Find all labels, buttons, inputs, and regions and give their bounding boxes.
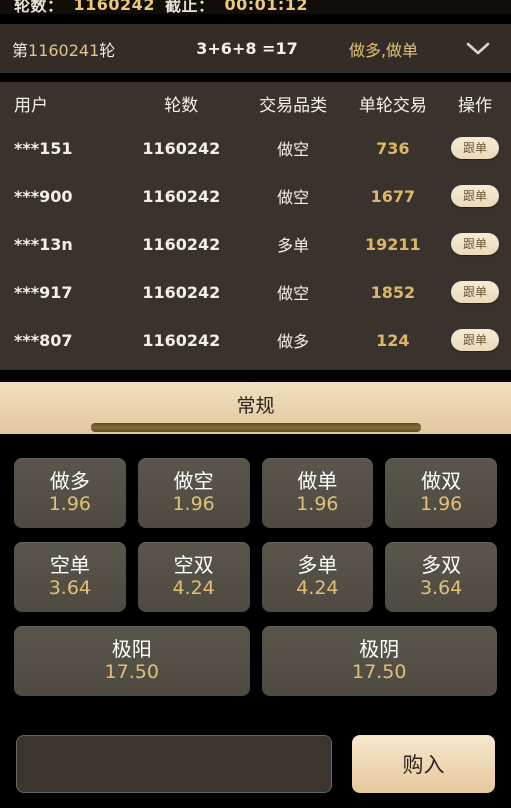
cell-amount: 1852 <box>370 282 416 302</box>
cell-type: 做空 <box>277 188 310 207</box>
column-header-type: 交易品类 <box>259 95 328 116</box>
orders-table: 用户 轮数 交易品类 单轮交易 操作 ***151 1160242 做空 736… <box>0 82 511 370</box>
column-header-action: 操作 <box>458 95 493 116</box>
bet-option-odds: 17.50 <box>104 660 159 683</box>
bet-option-jiyin[interactable]: 极阴 17.50 <box>261 626 497 696</box>
table-row: ***917 1160242 做空 1852 跟单 <box>0 268 511 316</box>
cell-type: 做空 <box>277 140 310 159</box>
cell-user: ***151 <box>14 138 73 158</box>
bet-row-2: 空单 3.64 空双 4.24 多单 4.24 多双 3.64 <box>14 542 497 612</box>
round-number-value: 1160242 <box>73 0 155 14</box>
bet-option-odds: 3.64 <box>48 576 92 599</box>
cell-user: ***900 <box>14 186 73 206</box>
bet-option-name: 极阴 <box>359 636 400 661</box>
follow-order-button[interactable]: 跟单 <box>451 280 500 304</box>
cell-action: 跟单 <box>439 328 511 352</box>
bet-option-zuokong[interactable]: 做空 1.96 <box>137 458 250 528</box>
bet-option-zuodan[interactable]: 做单 1.96 <box>261 458 374 528</box>
bet-option-odds: 17.50 <box>352 660 407 683</box>
bet-option-odds: 4.24 <box>296 576 339 599</box>
column-header-round: 轮数 <box>164 95 199 116</box>
cell-round: 1160242 <box>142 138 221 158</box>
divider-top <box>0 73 511 82</box>
round-summary-number: 第1160241轮 <box>0 37 172 61</box>
bet-option-kongdan[interactable]: 空单 3.64 <box>14 542 126 612</box>
tab-regular[interactable]: 常规 <box>236 391 274 418</box>
bet-option-odds: 1.96 <box>296 492 339 515</box>
cell-amount: 736 <box>376 138 410 158</box>
bet-option-name: 做双 <box>421 468 462 493</box>
bet-row-3: 极阳 17.50 极阴 17.50 <box>14 626 497 696</box>
cell-round: 1160242 <box>142 234 221 254</box>
follow-order-button[interactable]: 跟单 <box>451 232 500 256</box>
tab-bar: 常规 <box>0 382 511 434</box>
deadline-timer: 00:01:12 <box>224 0 309 14</box>
round-formula: 3+6+8 =17 <box>196 39 298 58</box>
cell-type: 做多 <box>277 332 310 351</box>
bet-option-odds: 3.64 <box>419 576 463 599</box>
column-header-user: 用户 <box>14 95 48 116</box>
status-strip: 轮数： 1160242 截止： 00:01:12 <box>0 0 511 14</box>
cell-amount: 124 <box>376 330 410 350</box>
bet-option-odds: 1.96 <box>419 492 463 515</box>
cell-user: ***13n <box>14 234 73 254</box>
bet-option-jiyang[interactable]: 极阳 17.50 <box>14 626 250 696</box>
divider-middle <box>0 370 511 382</box>
bet-option-zuoshuang[interactable]: 做双 1.96 <box>385 458 497 528</box>
bet-option-duodan[interactable]: 多单 4.24 <box>261 542 374 612</box>
table-header-row: 用户 轮数 交易品类 单轮交易 操作 <box>0 82 511 124</box>
cell-round: 1160242 <box>142 330 221 350</box>
deadline-label: 截止： <box>164 0 215 14</box>
bet-option-name: 多双 <box>421 552 462 577</box>
bet-option-kongshuang[interactable]: 空双 4.24 <box>137 542 250 612</box>
follow-order-button[interactable]: 跟单 <box>451 328 500 352</box>
bet-option-name: 做单 <box>297 468 338 493</box>
bet-option-name: 多单 <box>297 552 338 577</box>
cell-round: 1160242 <box>142 282 221 302</box>
cell-type: 多单 <box>277 236 310 255</box>
bet-option-name: 空双 <box>173 552 214 577</box>
app-screen: 轮数： 1160242 截止： 00:01:12 第1160241轮 3+6+8… <box>0 0 511 808</box>
round-result: 做多,做单 <box>348 40 419 60</box>
table-row: ***151 1160242 做空 736 跟单 <box>0 124 511 172</box>
bet-option-duoshuang[interactable]: 多双 3.64 <box>385 542 497 612</box>
cell-action: 跟单 <box>439 136 511 160</box>
column-header-amount: 单轮交易 <box>358 95 427 116</box>
bet-option-name: 做空 <box>173 468 214 493</box>
round-suffix: 轮 <box>99 40 116 60</box>
cell-amount: 1677 <box>370 186 416 206</box>
cell-action: 跟单 <box>439 232 511 256</box>
table-row: ***900 1160242 做空 1677 跟单 <box>0 172 511 220</box>
cell-action: 跟单 <box>439 184 511 208</box>
buy-button[interactable]: 购入 <box>352 735 495 793</box>
round-summary-bar[interactable]: 第1160241轮 3+6+8 =17 做多,做单 <box>0 24 511 73</box>
table-row: ***807 1160242 做多 124 跟单 <box>0 316 511 364</box>
bet-option-zuoduo[interactable]: 做多 1.96 <box>14 458 126 528</box>
bet-options-grid: 做多 1.96 做空 1.96 做单 1.96 做双 1.96 空单 3.64 <box>0 440 511 710</box>
bet-option-odds: 1.96 <box>172 492 215 515</box>
bet-option-name: 极阳 <box>111 636 152 661</box>
bet-row-1: 做多 1.96 做空 1.96 做单 1.96 做双 1.96 <box>14 458 497 528</box>
cell-user: ***917 <box>14 282 73 302</box>
cell-round: 1160242 <box>142 186 221 206</box>
amount-input[interactable] <box>16 735 332 793</box>
round-number-label: 轮数： <box>14 0 64 14</box>
bet-option-odds: 1.96 <box>48 492 92 515</box>
cell-type: 做空 <box>277 284 310 303</box>
cell-amount: 19211 <box>365 234 421 254</box>
follow-order-button[interactable]: 跟单 <box>451 136 500 160</box>
table-row: ***13n 1160242 多单 19211 跟单 <box>0 220 511 268</box>
round-prefix: 第 <box>12 40 29 60</box>
round-value: 1160241 <box>28 40 100 60</box>
cell-user: ***807 <box>14 330 73 350</box>
follow-order-button[interactable]: 跟单 <box>451 184 500 208</box>
chevron-down-icon[interactable] <box>445 41 511 57</box>
cell-action: 跟单 <box>439 280 511 304</box>
purchase-bar: 购入 <box>0 720 511 808</box>
tab-active-indicator <box>90 423 421 432</box>
bet-option-odds: 4.24 <box>172 576 215 599</box>
bet-option-name: 做多 <box>49 468 90 493</box>
bet-option-name: 空单 <box>49 552 90 577</box>
